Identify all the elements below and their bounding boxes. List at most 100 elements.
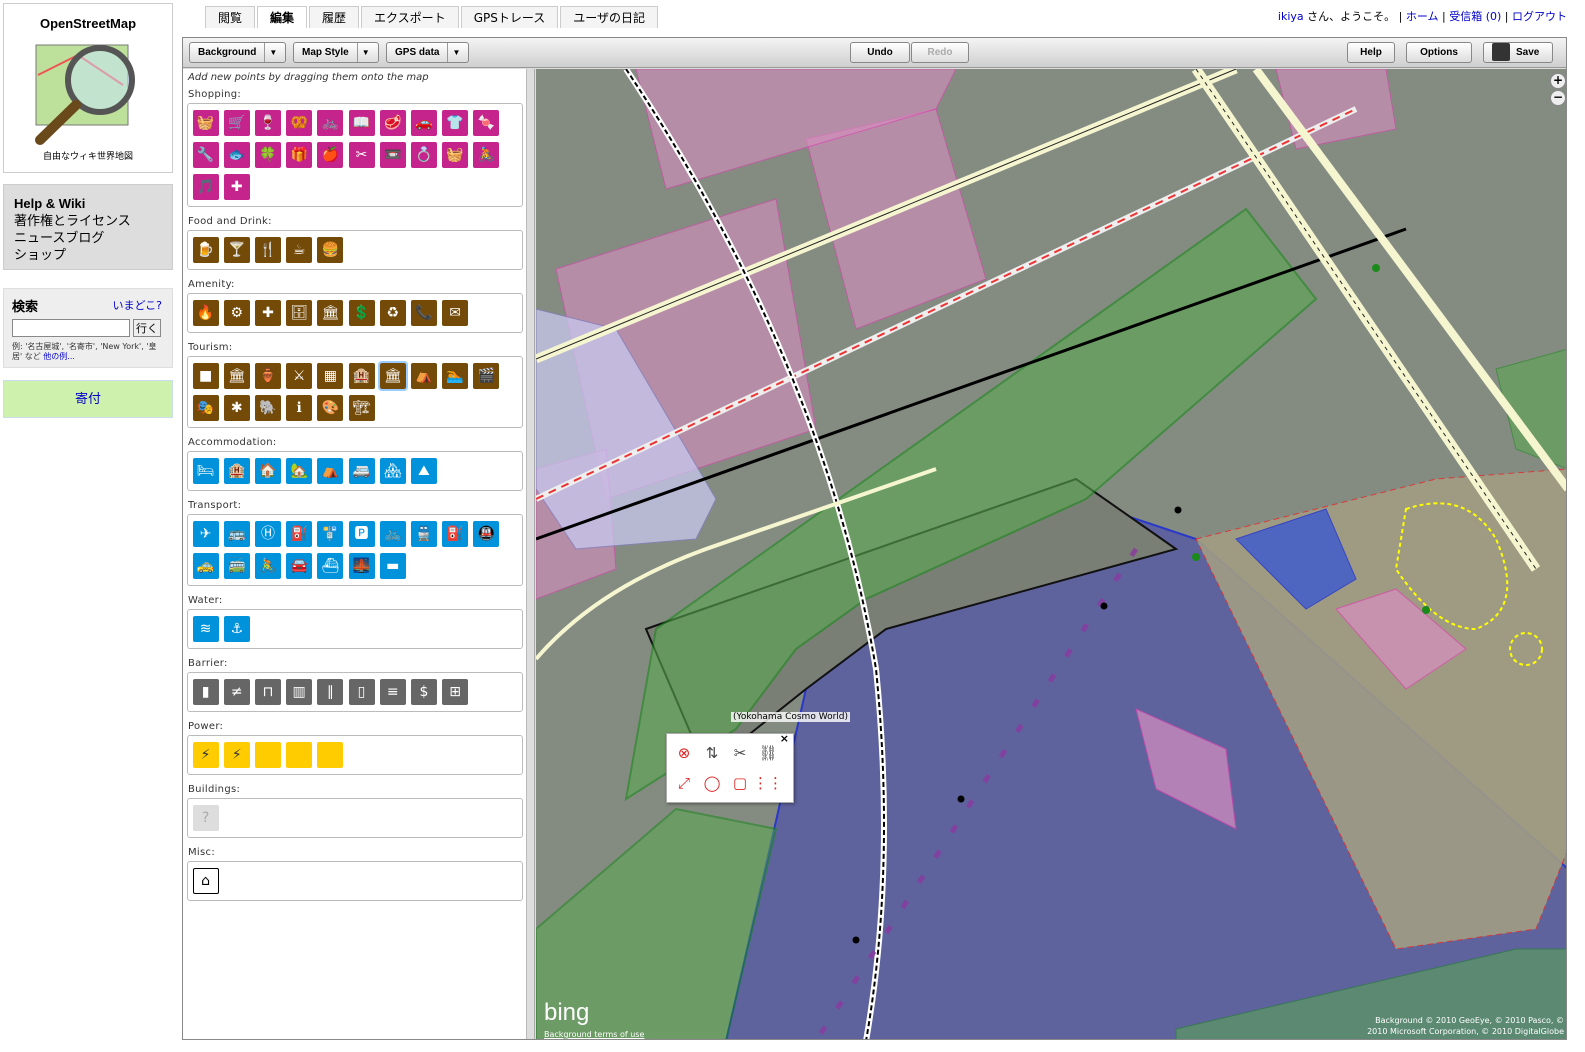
tab-user-diaries[interactable]: ユーザの日記: [560, 6, 659, 28]
poi-transport-icon[interactable]: 🚏: [317, 521, 344, 547]
poi-acc-icon[interactable]: 🏨: [223, 458, 250, 484]
poi-barrier-icon[interactable]: ⊓: [254, 679, 281, 705]
poi-power-icon[interactable]: [317, 742, 344, 768]
poi-shopping-icon[interactable]: 🧺: [442, 142, 469, 168]
search-go-button[interactable]: 行く: [133, 319, 161, 337]
poi-barrier-icon[interactable]: ∥: [317, 679, 344, 705]
map-style-dropdown[interactable]: Map Style ▼: [293, 42, 379, 63]
poi-tourism-icon[interactable]: 🎭: [192, 395, 219, 421]
map-features[interactable]: [536, 69, 1567, 1040]
poi-tourism-icon[interactable]: ⚔: [286, 363, 313, 389]
poi-transport-icon[interactable]: 🚘: [286, 553, 313, 579]
poi-shopping-icon[interactable]: 👕: [442, 110, 469, 136]
more-examples-link[interactable]: 他の例...: [43, 352, 75, 361]
poi-shopping-icon[interactable]: 💍: [410, 142, 437, 168]
options-button[interactable]: Options: [1406, 42, 1472, 63]
straighten-icon[interactable]: ⤢: [671, 770, 697, 796]
undo-button[interactable]: Undo: [850, 42, 910, 63]
poi-tourism-icon[interactable]: 🏺: [254, 363, 281, 389]
poi-acc-icon[interactable]: 🏘: [379, 458, 406, 484]
poi-shopping-icon[interactable]: ✚: [223, 174, 250, 200]
poi-barrier-icon[interactable]: ▥: [286, 679, 313, 705]
poi-shopping-icon[interactable]: 🥨: [286, 110, 313, 136]
poi-shopping-icon[interactable]: 🔧: [192, 142, 219, 168]
poi-shopping-icon[interactable]: 🎁: [286, 142, 313, 168]
map-canvas[interactable]: + − (Yokohama Cosmo World) × ⊗ ⇅ ✂ ⛓ ⤢ ◯ ▢ ⋮⋮ …: [536, 69, 1567, 1040]
poi-shopping-icon[interactable]: 🚴: [473, 142, 500, 168]
poi-tourism-icon[interactable]: ⛺: [410, 363, 437, 389]
poi-amenity-icon[interactable]: ✉: [442, 300, 469, 326]
redo-button[interactable]: Redo: [911, 42, 969, 63]
poi-food-icon[interactable]: 🍸: [223, 237, 250, 263]
search-input[interactable]: [12, 319, 130, 337]
poi-tourism-icon[interactable]: 🏛: [223, 363, 250, 389]
tab-view[interactable]: 閲覧: [205, 6, 256, 28]
poi-transport-icon[interactable]: ⛽: [286, 521, 313, 547]
logout-link[interactable]: ログアウト: [1512, 10, 1567, 23]
poi-transport-icon[interactable]: 🚎: [223, 553, 250, 579]
poi-acc-icon[interactable]: 🛏: [192, 458, 219, 484]
merge-icon[interactable]: ⛓: [755, 740, 781, 766]
gps-data-dropdown[interactable]: GPS data ▼: [386, 42, 470, 63]
poi-barrier-icon[interactable]: ▯: [348, 679, 375, 705]
poi-transport-icon[interactable]: Ⓗ: [254, 521, 281, 547]
poi-transport-icon[interactable]: 🚴: [254, 553, 281, 579]
zoom-in-button[interactable]: +: [1550, 73, 1566, 89]
poi-tourism-icon[interactable]: ✱: [223, 395, 250, 421]
poi-amenity-icon[interactable]: ♻: [379, 300, 406, 326]
username-link[interactable]: ikiya: [1278, 10, 1304, 23]
panel-splitter[interactable]: [527, 69, 535, 1039]
poi-tourism-icon[interactable]: 🐘: [254, 395, 281, 421]
zoom-out-button[interactable]: −: [1550, 90, 1566, 106]
home-link[interactable]: ホーム: [1406, 10, 1439, 23]
reverse-direction-icon[interactable]: ⇅: [699, 740, 725, 766]
poi-power-icon[interactable]: [254, 742, 281, 768]
poi-tourism-icon[interactable]: 🏛: [377, 361, 408, 391]
poi-transport-icon[interactable]: ✈: [192, 521, 219, 547]
help-wiki-link[interactable]: Help & Wiki: [14, 195, 162, 212]
poi-buildings-icon[interactable]: ?: [192, 805, 219, 831]
poi-shopping-icon[interactable]: ✂: [348, 142, 375, 168]
donate-button[interactable]: 寄付: [3, 380, 173, 418]
poi-shopping-icon[interactable]: 🧺: [192, 110, 219, 136]
poi-tourism-icon[interactable]: 🏗: [348, 395, 375, 421]
circularise-icon[interactable]: ◯: [699, 770, 725, 796]
poi-shopping-icon[interactable]: 🚲: [317, 110, 344, 136]
tab-history[interactable]: 履歴: [309, 6, 360, 28]
poi-transport-icon[interactable]: ▬: [379, 553, 406, 579]
poi-barrier-icon[interactable]: ≡: [379, 679, 406, 705]
poi-food-icon[interactable]: ☕: [286, 237, 313, 263]
poi-tourism-icon[interactable]: 🎨: [317, 395, 344, 421]
poi-barrier-icon[interactable]: ▮: [192, 679, 219, 705]
poi-shopping-icon[interactable]: 🍬: [473, 110, 500, 136]
background-dropdown[interactable]: Background ▼: [189, 42, 287, 63]
poi-transport-icon[interactable]: 🅿: [348, 521, 375, 547]
poi-tourism-icon[interactable]: ℹ: [286, 395, 313, 421]
poi-tourism-icon[interactable]: 🎬: [473, 363, 500, 389]
poi-transport-icon[interactable]: 🚌: [223, 521, 250, 547]
poi-shopping-icon[interactable]: 📼: [379, 142, 406, 168]
poi-amenity-icon[interactable]: ⚙: [223, 300, 250, 326]
close-icon[interactable]: ×: [780, 732, 789, 745]
poi-acc-icon[interactable]: 🚐: [348, 458, 375, 484]
poi-shopping-icon[interactable]: 🥩: [379, 110, 406, 136]
poi-shopping-icon[interactable]: 🐟: [223, 142, 250, 168]
copyright-link[interactable]: 著作権とライセンス: [14, 212, 162, 229]
orthogonalise-icon[interactable]: ▢: [727, 770, 753, 796]
poi-shopping-icon[interactable]: 📖: [348, 110, 375, 136]
poi-food-icon[interactable]: 🍔: [317, 237, 344, 263]
poi-shopping-icon[interactable]: 🍷: [254, 110, 281, 136]
poi-power-icon[interactable]: [286, 742, 313, 768]
help-button[interactable]: Help: [1347, 42, 1395, 63]
osm-logo[interactable]: OpenStreetMap 自由なウィキ世界地図: [3, 3, 173, 173]
poi-barrier-icon[interactable]: ⊞: [442, 679, 469, 705]
delete-icon[interactable]: ⊗: [671, 740, 697, 766]
poi-shopping-icon[interactable]: 🎵: [192, 174, 219, 200]
poi-water-icon[interactable]: ≋: [192, 616, 219, 642]
poi-shopping-icon[interactable]: 🍀: [254, 142, 281, 168]
poi-amenity-icon[interactable]: 🏛: [317, 300, 344, 326]
poi-transport-icon[interactable]: ⛴: [317, 553, 344, 579]
poi-power-icon[interactable]: ⚡: [223, 742, 250, 768]
poi-barrier-icon[interactable]: ≠: [223, 679, 250, 705]
poi-acc-icon[interactable]: ⛺: [317, 458, 344, 484]
